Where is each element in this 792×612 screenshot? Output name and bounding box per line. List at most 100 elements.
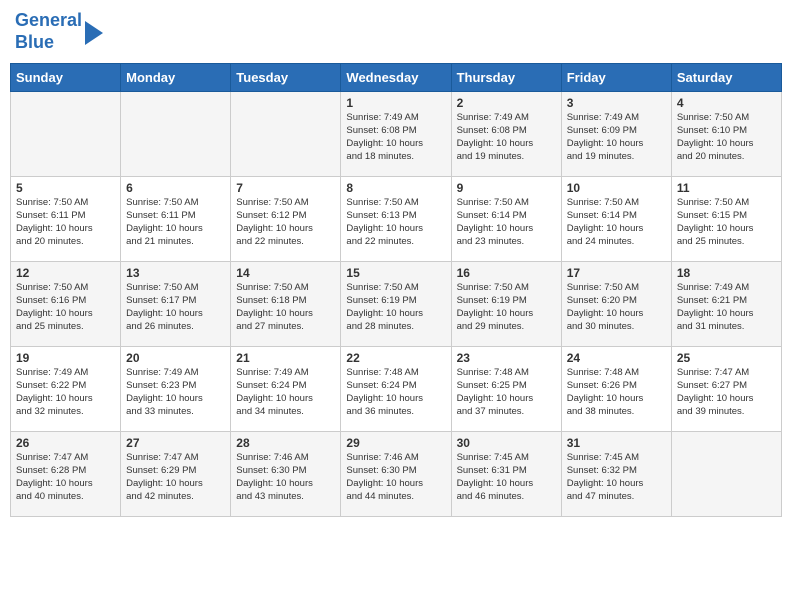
calendar-week-row: 5 Sunrise: 7:50 AM Sunset: 6:11 PM Daylig… — [11, 177, 782, 262]
calendar-day-cell — [231, 92, 341, 177]
day-info: Sunrise: 7:45 AM Sunset: 6:32 PM Dayligh… — [567, 452, 666, 503]
day-of-week-header: Sunday — [11, 64, 121, 92]
day-number: 27 — [126, 436, 225, 450]
calendar-day-cell: 20Sunrise: 7:49 AM Sunset: 6:23 PM Dayli… — [121, 347, 231, 432]
day-info: Sunrise: 7:49 AM Sunset: 6:22 PM Dayligh… — [16, 367, 115, 418]
calendar-table: SundayMondayTuesdayWednesdayThursdayFrid… — [10, 63, 782, 517]
calendar-day-cell: 22 Sunrise: 7:48 AM Sunset: 6:24 PM Dayli… — [341, 347, 451, 432]
calendar-day-cell: 16 Sunrise: 7:50 AM Sunset: 6:19 PM Dayli… — [451, 262, 561, 347]
day-info: Sunrise: 7:48 AM Sunset: 6:25 PM Dayligh… — [457, 367, 556, 418]
calendar-day-cell: 27 Sunrise: 7:47 AM Sunset: 6:29 PM Dayli… — [121, 432, 231, 517]
calendar-day-cell: 17 Sunrise: 7:50 AM Sunset: 6:20 PM Dayli… — [561, 262, 671, 347]
day-of-week-header: Monday — [121, 64, 231, 92]
calendar-day-cell: 23 Sunrise: 7:48 AM Sunset: 6:25 PM Dayli… — [451, 347, 561, 432]
day-number: 8 — [346, 181, 445, 195]
day-number: 30 — [457, 436, 556, 450]
day-number: 1 — [346, 96, 445, 110]
day-number: 29 — [346, 436, 445, 450]
calendar-day-cell: 30 Sunrise: 7:45 AM Sunset: 6:31 PM Dayli… — [451, 432, 561, 517]
day-info: Sunrise: 7:50 AM Sunset: 6:18 PM Dayligh… — [236, 282, 335, 333]
day-number: 2 — [457, 96, 556, 110]
day-number: 3 — [567, 96, 666, 110]
calendar-day-cell: 3 Sunrise: 7:49 AM Sunset: 6:09 PM Daylig… — [561, 92, 671, 177]
calendar-day-cell: 28Sunrise: 7:46 AM Sunset: 6:30 PM Dayli… — [231, 432, 341, 517]
day-number: 28 — [236, 436, 335, 450]
day-number: 7 — [236, 181, 335, 195]
calendar-day-cell: 25 Sunrise: 7:47 AM Sunset: 6:27 PM Dayli… — [671, 347, 781, 432]
day-info: Sunrise: 7:50 AM Sunset: 6:12 PM Dayligh… — [236, 197, 335, 248]
calendar-day-cell: 13 Sunrise: 7:50 AM Sunset: 6:17 PM Dayli… — [121, 262, 231, 347]
day-info: Sunrise: 7:49 AM Sunset: 6:21 PM Dayligh… — [677, 282, 776, 333]
day-info: Sunrise: 7:50 AM Sunset: 6:14 PM Dayligh… — [457, 197, 556, 248]
day-info: Sunrise: 7:47 AM Sunset: 6:27 PM Dayligh… — [677, 367, 776, 418]
day-number: 9 — [457, 181, 556, 195]
calendar-day-cell: 9 Sunrise: 7:50 AM Sunset: 6:14 PM Daylig… — [451, 177, 561, 262]
day-number: 23 — [457, 351, 556, 365]
day-info: Sunrise: 7:46 AM Sunset: 6:30 PM Dayligh… — [346, 452, 445, 503]
day-number: 17 — [567, 266, 666, 280]
calendar-day-cell: 6Sunrise: 7:50 AM Sunset: 6:11 PM Daylig… — [121, 177, 231, 262]
calendar-day-cell: 8 Sunrise: 7:50 AM Sunset: 6:13 PM Daylig… — [341, 177, 451, 262]
calendar-day-cell: 24 Sunrise: 7:48 AM Sunset: 6:26 PM Dayli… — [561, 347, 671, 432]
day-info: Sunrise: 7:49 AM Sunset: 6:09 PM Dayligh… — [567, 112, 666, 163]
day-number: 25 — [677, 351, 776, 365]
calendar-day-cell: 2Sunrise: 7:49 AM Sunset: 6:08 PM Daylig… — [451, 92, 561, 177]
day-info: Sunrise: 7:48 AM Sunset: 6:24 PM Dayligh… — [346, 367, 445, 418]
page-header: General Blue — [10, 10, 782, 53]
day-info: Sunrise: 7:47 AM Sunset: 6:28 PM Dayligh… — [16, 452, 115, 503]
calendar-day-cell: 26 Sunrise: 7:47 AM Sunset: 6:28 PM Dayli… — [11, 432, 121, 517]
calendar-day-cell — [121, 92, 231, 177]
calendar-day-cell: 14 Sunrise: 7:50 AM Sunset: 6:18 PM Dayli… — [231, 262, 341, 347]
calendar-week-row: 12Sunrise: 7:50 AM Sunset: 6:16 PM Dayli… — [11, 262, 782, 347]
day-number: 21 — [236, 351, 335, 365]
calendar-week-row: 1Sunrise: 7:49 AM Sunset: 6:08 PM Daylig… — [11, 92, 782, 177]
day-number: 16 — [457, 266, 556, 280]
calendar-day-cell: 15 Sunrise: 7:50 AM Sunset: 6:19 PM Dayli… — [341, 262, 451, 347]
calendar-day-cell: 18 Sunrise: 7:49 AM Sunset: 6:21 PM Dayli… — [671, 262, 781, 347]
calendar-week-row: 19 Sunrise: 7:49 AM Sunset: 6:22 PM Dayli… — [11, 347, 782, 432]
day-info: Sunrise: 7:50 AM Sunset: 6:10 PM Dayligh… — [677, 112, 776, 163]
day-info: Sunrise: 7:50 AM Sunset: 6:19 PM Dayligh… — [346, 282, 445, 333]
day-info: Sunrise: 7:50 AM Sunset: 6:17 PM Dayligh… — [126, 282, 225, 333]
day-info: Sunrise: 7:48 AM Sunset: 6:26 PM Dayligh… — [567, 367, 666, 418]
day-info: Sunrise: 7:50 AM Sunset: 6:15 PM Dayligh… — [677, 197, 776, 248]
day-info: Sunrise: 7:45 AM Sunset: 6:31 PM Dayligh… — [457, 452, 556, 503]
logo-text: General Blue — [15, 10, 82, 53]
day-number: 24 — [567, 351, 666, 365]
day-info: Sunrise: 7:50 AM Sunset: 6:19 PM Dayligh… — [457, 282, 556, 333]
day-number: 15 — [346, 266, 445, 280]
calendar-day-cell — [11, 92, 121, 177]
day-number: 26 — [16, 436, 115, 450]
calendar-day-cell: 5 Sunrise: 7:50 AM Sunset: 6:11 PM Daylig… — [11, 177, 121, 262]
day-number: 20 — [126, 351, 225, 365]
day-number: 11 — [677, 181, 776, 195]
calendar-week-row: 26 Sunrise: 7:47 AM Sunset: 6:28 PM Dayli… — [11, 432, 782, 517]
day-of-week-header: Friday — [561, 64, 671, 92]
day-info: Sunrise: 7:50 AM Sunset: 6:20 PM Dayligh… — [567, 282, 666, 333]
logo-arrow-icon — [85, 21, 103, 45]
logo-general: General — [15, 10, 82, 30]
day-info: Sunrise: 7:49 AM Sunset: 6:24 PM Dayligh… — [236, 367, 335, 418]
day-number: 18 — [677, 266, 776, 280]
day-info: Sunrise: 7:50 AM Sunset: 6:14 PM Dayligh… — [567, 197, 666, 248]
calendar-day-cell: 4 Sunrise: 7:50 AM Sunset: 6:10 PM Daylig… — [671, 92, 781, 177]
calendar-day-cell: 21 Sunrise: 7:49 AM Sunset: 6:24 PM Dayli… — [231, 347, 341, 432]
day-info: Sunrise: 7:50 AM Sunset: 6:11 PM Dayligh… — [16, 197, 115, 248]
day-number: 14 — [236, 266, 335, 280]
day-number: 4 — [677, 96, 776, 110]
calendar-header-row: SundayMondayTuesdayWednesdayThursdayFrid… — [11, 64, 782, 92]
calendar-day-cell: 10Sunrise: 7:50 AM Sunset: 6:14 PM Dayli… — [561, 177, 671, 262]
logo: General Blue — [15, 10, 103, 53]
day-number: 13 — [126, 266, 225, 280]
calendar-day-cell: 31Sunrise: 7:45 AM Sunset: 6:32 PM Dayli… — [561, 432, 671, 517]
calendar-day-cell: 11 Sunrise: 7:50 AM Sunset: 6:15 PM Dayli… — [671, 177, 781, 262]
day-number: 19 — [16, 351, 115, 365]
day-info: Sunrise: 7:50 AM Sunset: 6:13 PM Dayligh… — [346, 197, 445, 248]
day-info: Sunrise: 7:50 AM Sunset: 6:11 PM Dayligh… — [126, 197, 225, 248]
day-of-week-header: Saturday — [671, 64, 781, 92]
day-info: Sunrise: 7:47 AM Sunset: 6:29 PM Dayligh… — [126, 452, 225, 503]
logo-blue: Blue — [15, 32, 54, 52]
day-number: 22 — [346, 351, 445, 365]
day-number: 5 — [16, 181, 115, 195]
calendar-day-cell — [671, 432, 781, 517]
